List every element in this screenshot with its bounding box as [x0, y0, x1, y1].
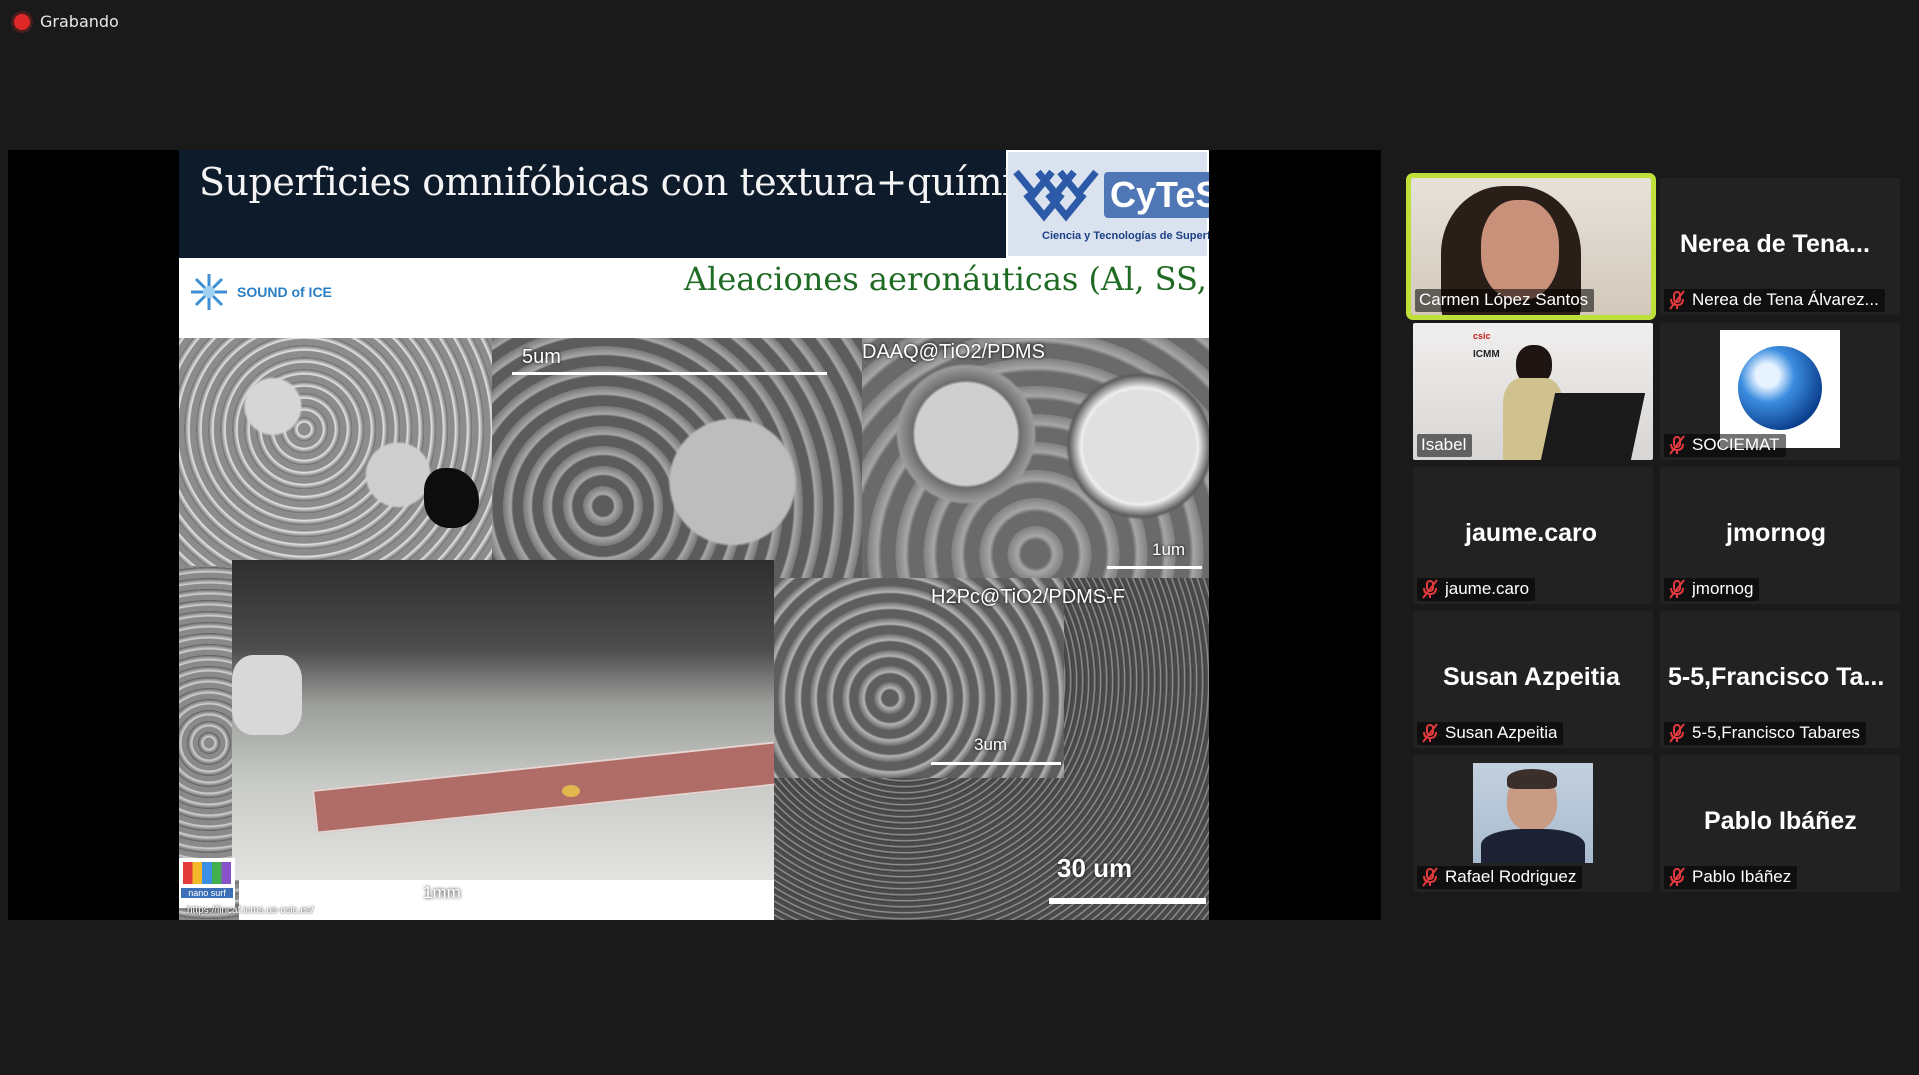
mic-muted-icon: [1669, 723, 1685, 743]
participant-label: Isabel: [1417, 434, 1473, 457]
participant-label: Carmen López Santos: [1415, 289, 1595, 312]
mic-muted-icon: [1669, 290, 1685, 310]
participant-name: Carmen López Santos: [1419, 290, 1589, 309]
participant-tile-title: Nerea de Tena...: [1680, 230, 1870, 258]
sem-image-h2pc: H2Pc@TiO2/PDMS-F 3um 30 um: [774, 578, 1209, 920]
participant-label: Nerea de Tena Álvarez...: [1664, 289, 1885, 312]
sound-of-ice-logo: SOUND of ICE: [189, 272, 332, 312]
mic-muted-icon: [1669, 579, 1685, 599]
sample-photo: [232, 560, 774, 880]
nanosurf-logo-text: nano surf: [181, 888, 233, 898]
participant-label: 5-5,Francisco Tabares: [1664, 722, 1866, 745]
cytes-logo-text: CyTeS: [1104, 172, 1209, 218]
participant-tile[interactable]: SOCIEMAT: [1660, 323, 1900, 460]
participant-tile-title: 5-5,Francisco Ta...: [1668, 663, 1885, 691]
sem-scale-bar-1um: [1107, 566, 1202, 569]
mic-muted-icon: [1422, 723, 1438, 743]
foil-object: [232, 655, 302, 735]
participant-label: Pablo Ibáñez: [1664, 866, 1798, 889]
sem-dark-hole: [424, 468, 479, 528]
slide-subtitle: Aleaciones aeronáuticas (Al, SS,...): [684, 260, 1209, 298]
participant-tile[interactable]: Rafael Rodriguez: [1413, 755, 1653, 892]
slide-header: Superficies omnifóbicas con textura+quím…: [179, 150, 1209, 258]
icmm-sign: ICMM: [1473, 349, 1500, 360]
mic-muted-icon: [1669, 435, 1685, 455]
sem-scale-1um: 1um: [1152, 540, 1186, 559]
photo-scale-bar: [369, 910, 659, 913]
droplet: [562, 785, 580, 797]
sem-image-left: [179, 338, 492, 566]
hair-shape: [1507, 769, 1557, 789]
participant-photo: [1473, 763, 1593, 863]
photo-scale-1mm: 1mm: [423, 883, 461, 902]
laptop-shape: [1540, 393, 1646, 460]
participant-tile[interactable]: 5-5,Francisco Ta... 5-5,Francisco Tabare…: [1660, 611, 1900, 748]
shared-screen[interactable]: Superficies omnifóbicas con textura+quím…: [8, 150, 1381, 920]
participant-label: jmornog: [1664, 578, 1760, 601]
recording-label: Grabando: [40, 12, 119, 31]
sem-scale-bar-5um: [512, 372, 827, 375]
participant-name: jmornog: [1692, 579, 1754, 598]
participant-tile-title: jmornog: [1726, 519, 1826, 547]
participant-name: jaume.caro: [1445, 579, 1530, 598]
suit-shape: [1481, 829, 1585, 863]
sem-image-daaq: DAAQ@TiO2/PDMS 1um: [862, 338, 1209, 578]
participant-name: 5-5,Francisco Tabares: [1692, 723, 1860, 742]
sem-scale-3um: 3um: [974, 735, 1008, 754]
sound-of-ice-text: SOUND of ICE: [237, 284, 332, 300]
slide-footer-url: https://lincaf.icms.us-csic.es/: [187, 905, 314, 916]
cytes-chevrons-icon: [1013, 169, 1099, 222]
mic-muted-icon: [1669, 867, 1685, 887]
participant-tile-title: Susan Azpeitia: [1443, 663, 1620, 691]
participant-tile[interactable]: csic ICMM Isabel: [1413, 323, 1653, 460]
sem-scale-bar-3um: [931, 762, 1061, 765]
participant-label: Susan Azpeitia: [1417, 722, 1564, 745]
participant-tile[interactable]: Carmen López Santos: [1406, 173, 1656, 320]
participant-tile[interactable]: jmornog jmornog: [1660, 467, 1900, 604]
sem-label-daaq: DAAQ@TiO2/PDMS: [862, 341, 1045, 363]
participant-tile[interactable]: jaume.caro jaume.caro: [1413, 467, 1653, 604]
participant-name: Nerea de Tena Álvarez...: [1692, 290, 1879, 309]
participant-name: Susan Azpeitia: [1445, 723, 1558, 742]
sem-image-5um: 5um: [492, 338, 862, 578]
presentation-slide: Superficies omnifóbicas con textura+quím…: [179, 150, 1209, 920]
participant-tile[interactable]: Susan Azpeitia Susan Azpeitia: [1413, 611, 1653, 748]
participant-name: Rafael Rodriguez: [1445, 867, 1577, 886]
face-shape: [1481, 200, 1559, 300]
participant-tile[interactable]: Pablo Ibáñez Pablo Ibáñez: [1660, 755, 1900, 892]
cytes-logo: CyTeS Ciencia y Tecnologías de Superfici…: [1008, 152, 1209, 256]
record-icon: [14, 13, 30, 30]
participant-tile[interactable]: Nerea de Tena... Nerea de Tena Álvarez..…: [1660, 178, 1900, 315]
participant-name: Pablo Ibáñez: [1692, 867, 1792, 886]
participant-label: SOCIEMAT: [1664, 434, 1786, 457]
sem-scale-5um: 5um: [522, 346, 561, 368]
nanosurf-bars-icon: [183, 862, 231, 884]
mic-muted-icon: [1422, 867, 1438, 887]
participant-name: SOCIEMAT: [1692, 435, 1780, 454]
snowflake-icon: [191, 274, 227, 310]
sem-scale-30um: 30 um: [1057, 853, 1133, 883]
mic-muted-icon: [1422, 579, 1438, 599]
globe-icon: [1738, 346, 1822, 430]
recording-indicator: Grabando: [14, 12, 119, 31]
cytes-logo-subtext: Ciencia y Tecnologías de Superficies: [1042, 230, 1209, 242]
participant-tile-title: jaume.caro: [1465, 519, 1598, 547]
nanosurf-logo: nano surf: [179, 858, 235, 908]
participant-tile-title: Pablo Ibáñez: [1704, 807, 1857, 835]
coated-plate: [312, 740, 774, 834]
sociemat-logo: [1720, 330, 1840, 448]
csic-sign: csic: [1473, 331, 1491, 341]
participant-label: jaume.caro: [1417, 578, 1536, 601]
participant-name: Isabel: [1421, 435, 1467, 454]
participant-label: Rafael Rodriguez: [1417, 866, 1583, 889]
sem-scale-bar-30um: [1049, 898, 1206, 904]
sem-label-h2pc: H2Pc@TiO2/PDMS-F: [931, 586, 1126, 608]
